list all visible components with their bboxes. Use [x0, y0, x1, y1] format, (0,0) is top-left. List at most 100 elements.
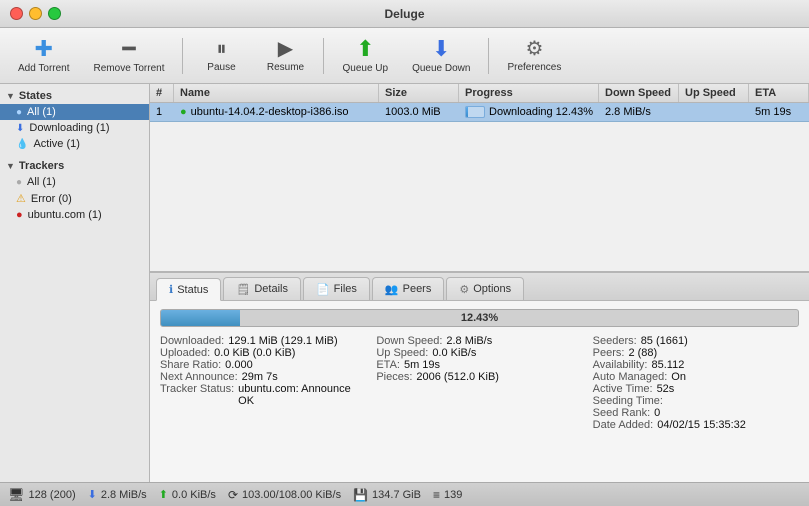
progress-fill	[466, 107, 468, 117]
uploaded-value: 0.0 KiB (0.0 KiB)	[214, 347, 295, 359]
sidebar-trackers-error-label: Error (0)	[31, 193, 72, 205]
auto-managed-label: Auto Managed:	[593, 371, 668, 383]
queue-up-button[interactable]: ⬆ Queue Up	[332, 34, 398, 78]
auto-managed-row: Auto Managed: On	[593, 371, 799, 383]
row-name: ● ubuntu-14.04.2-desktop-i386.iso	[174, 103, 379, 121]
col3: Seeders: 85 (1661) Peers: 2 (88) Availab…	[593, 335, 799, 431]
queue-down-icon: ⬇	[432, 38, 450, 60]
trackers-section-header[interactable]: ▼ Trackers	[0, 158, 149, 174]
sidebar-item-trackers-error[interactable]: ⚠ Error (0)	[0, 190, 149, 207]
titlebar-title: Deluge	[384, 7, 424, 21]
active-time-row: Active Time: 52s	[593, 383, 675, 395]
peers-row: Peers: 2 (88)	[593, 347, 799, 359]
sidebar-active-label: Active (1)	[33, 138, 79, 150]
tracker-status-label: Tracker Status:	[160, 383, 234, 407]
main-area: ▼ States ● All (1) ⬇ Downloading (1) 💧 A…	[0, 84, 809, 482]
table-row[interactable]: 1 ● ubuntu-14.04.2-desktop-i386.iso 1003…	[150, 103, 809, 122]
seed-rank-row: Seed Rank: 0	[593, 407, 799, 419]
tab-options-icon: ⚙	[459, 283, 469, 296]
date-added-value: 04/02/15 15:35:32	[657, 419, 746, 431]
tab-status-label: Status	[177, 284, 208, 296]
col2: Down Speed: 2.8 MiB/s Up Speed: 0.0 KiB/…	[376, 335, 582, 431]
tracker-status-row: Tracker Status: ubuntu.com: Announce OK	[160, 383, 366, 407]
remove-torrent-button[interactable]: ━ Remove Torrent	[84, 34, 175, 78]
tab-peers[interactable]: 👥 Peers	[372, 277, 444, 300]
up-speed-value: 0.0 KiB/s	[432, 347, 476, 359]
sidebar-ubuntu-label: ubuntu.com (1)	[28, 209, 102, 221]
resume-button[interactable]: ▶ Resume	[255, 35, 315, 77]
row-up-speed	[679, 109, 749, 115]
toolbar-separator-2	[323, 38, 324, 74]
queue-down-label: Queue Down	[412, 63, 470, 74]
down-speed-label: Down Speed:	[376, 335, 442, 347]
pause-button[interactable]: ⏸ Pause	[191, 35, 251, 77]
sidebar-item-ubuntu[interactable]: ● ubuntu.com (1)	[0, 207, 149, 223]
tab-details[interactable]: 🗒 Details	[223, 277, 301, 300]
seeding-time-label: Seeding Time:	[593, 395, 663, 407]
add-torrent-button[interactable]: ✚ Add Torrent	[8, 34, 80, 78]
next-announce-value: 29m 7s	[242, 371, 278, 383]
close-button[interactable]	[10, 7, 23, 20]
tab-files[interactable]: 📄 Files	[303, 277, 370, 300]
sidebar-downloading-label: Downloading (1)	[29, 122, 109, 134]
sidebar-item-trackers-all[interactable]: ● All (1)	[0, 174, 149, 190]
disk-icon: 💾	[353, 488, 368, 502]
tab-status[interactable]: ℹ Status	[156, 278, 221, 301]
connections-value: 128 (200)	[29, 489, 76, 501]
overall-progress-text: 12.43%	[461, 312, 498, 324]
col1: Downloaded: 129.1 MiB (129.1 MiB) Upload…	[160, 335, 366, 431]
trackers-all-dot: ●	[16, 177, 22, 188]
queue-up-icon: ⬆	[356, 38, 374, 60]
tab-status-icon: ℹ	[169, 283, 173, 296]
states-section-header[interactable]: ▼ States	[0, 88, 149, 104]
tab-details-label: Details	[254, 283, 288, 295]
states-chevron: ▼	[6, 91, 15, 101]
col-progress: Progress	[459, 84, 599, 102]
uploaded-label: Uploaded:	[160, 347, 210, 359]
titlebar: Deluge	[0, 0, 809, 28]
statusbar-down: ⬇ 2.8 MiB/s	[88, 488, 147, 501]
network-value: 103.00/108.00 KiB/s	[242, 489, 341, 501]
row-progress: Downloading 12.43%	[459, 103, 599, 121]
sidebar-item-active[interactable]: 💧 Active (1)	[0, 136, 149, 152]
progress-container: Downloading 12.43%	[465, 106, 593, 118]
progress-text: Downloading 12.43%	[489, 106, 593, 118]
seeders-value: 85 (1661)	[641, 335, 688, 347]
sidebar: ▼ States ● All (1) ⬇ Downloading (1) 💧 A…	[0, 84, 150, 482]
tab-bar: ℹ Status 🗒 Details 📄 Files 👥 Peers ⚙	[150, 273, 809, 301]
torrent-status-icon: ●	[180, 106, 187, 118]
tab-details-icon: 🗒	[236, 283, 250, 296]
torrent-area: # Name Size Progress Down Speed Up Speed…	[150, 84, 809, 482]
preferences-button[interactable]: ⚙ Preferences	[497, 35, 571, 77]
sidebar-item-downloading[interactable]: ⬇ Downloading (1)	[0, 120, 149, 136]
queue-down-button[interactable]: ⬇ Queue Down	[402, 34, 480, 78]
up-speed-label: Up Speed:	[376, 347, 428, 359]
tab-options[interactable]: ⚙ Options	[446, 277, 524, 300]
share-ratio-value: 0.000	[225, 359, 253, 371]
toolbar: ✚ Add Torrent ━ Remove Torrent ⏸ Pause ▶…	[0, 28, 809, 84]
downloading-icon: ⬇	[16, 123, 24, 134]
sidebar-item-all[interactable]: ● All (1)	[0, 104, 149, 120]
col-name: Name	[174, 84, 379, 102]
minimize-button[interactable]	[29, 7, 42, 20]
ubuntu-icon: ●	[16, 209, 23, 221]
down-value: 2.8 MiB/s	[101, 489, 147, 501]
col-num: #	[150, 84, 174, 102]
all-dot: ●	[16, 107, 22, 118]
eta-label: ETA:	[376, 359, 400, 371]
add-torrent-label: Add Torrent	[18, 63, 70, 74]
pieces-label: Pieces:	[376, 371, 412, 383]
disk-value: 134.7 GiB	[372, 489, 421, 501]
next-announce-label: Next Announce:	[160, 371, 238, 383]
downloaded-row: Downloaded: 129.1 MiB (129.1 MiB)	[160, 335, 366, 347]
up-speed-row: Up Speed: 0.0 KiB/s	[376, 347, 582, 359]
active-time-label: Active Time:	[593, 383, 653, 395]
titlebar-buttons	[10, 7, 61, 20]
up-value: 0.0 KiB/s	[172, 489, 216, 501]
remove-torrent-label: Remove Torrent	[94, 63, 165, 74]
downloaded-label: Downloaded:	[160, 335, 224, 347]
maximize-button[interactable]	[48, 7, 61, 20]
connections-icon: 🖥	[8, 487, 25, 503]
up-icon: ⬆	[159, 488, 168, 501]
pause-icon: ⏸	[216, 39, 226, 59]
